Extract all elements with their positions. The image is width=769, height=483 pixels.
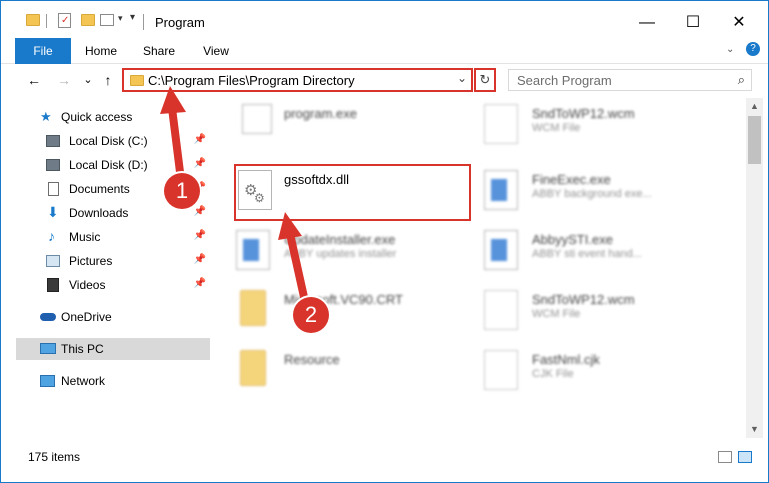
- step-1-badge: 1: [164, 173, 200, 209]
- arrow-1-head: [160, 86, 186, 114]
- arrow-2-head: [278, 212, 302, 240]
- annotation-arrows: [160, 86, 310, 310]
- arrow-2-shaft: [286, 230, 310, 310]
- step-2-badge: 2: [293, 297, 329, 333]
